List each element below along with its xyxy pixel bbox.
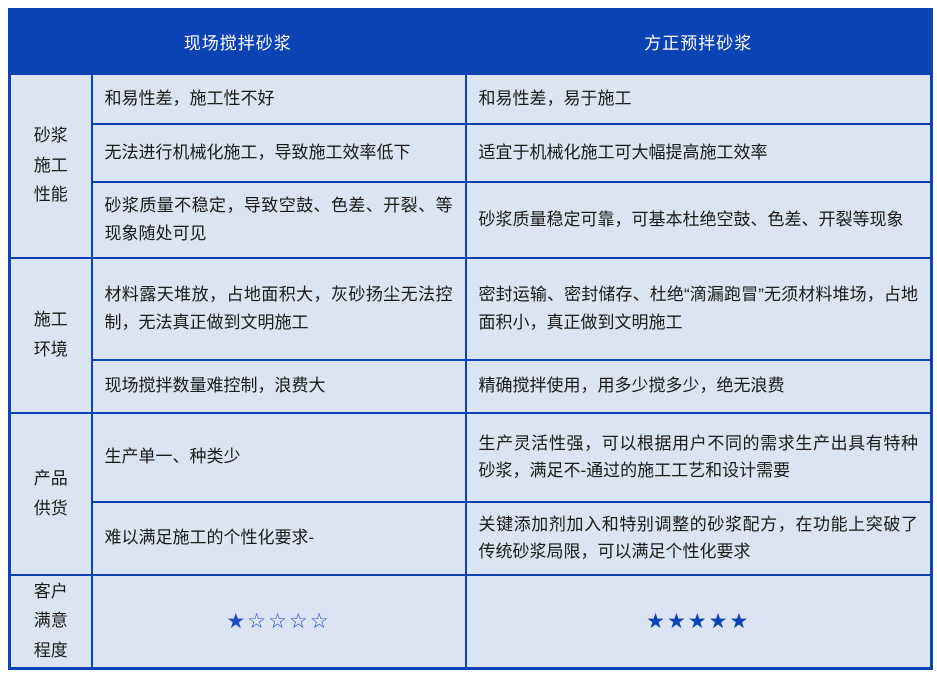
page: 现场搅拌砂浆 方正预拌砂浆 砂浆 施工 性能 和易性差，施工性不好 和易性差，易… (0, 0, 937, 680)
table-row: 现场搅拌数量难控制，浪费大 精确搅拌使用，用多少搅多少，绝无浪费 (10, 360, 932, 413)
table-row: 砂浆质量不稳定，导致空鼓、色差、开裂、等现象随处可见 砂浆质量稳定可靠，可基本杜… (10, 182, 932, 258)
table-row: 无法进行机械化施工，导致施工效率低下 适宜于机械化施工可大幅提高施工效率 (10, 124, 932, 182)
content-cell: 生产单一、种类少 (92, 413, 466, 502)
content-cell: 适宜于机械化施工可大幅提高施工效率 (466, 124, 932, 182)
table-row: 施工 环境 材料露天堆放，占地面积大，灰砂扬尘无法控制，无法真正做到文明施工 密… (10, 258, 932, 360)
table-row: 产品 供货 生产单一、种类少 生产灵活性强，可以根据用户不同的需求生产出具有特种… (10, 413, 932, 502)
header-cell-premixed-mortar: 方正预拌砂浆 (466, 10, 932, 74)
content-cell: 难以满足施工的个性化要求- (92, 502, 466, 575)
content-cell: 无法进行机械化施工，导致施工效率低下 (92, 124, 466, 182)
content-cell: 精确搅拌使用，用多少搅多少，绝无浪费 (466, 360, 932, 413)
table-row: 砂浆 施工 性能 和易性差，施工性不好 和易性差，易于施工 (10, 74, 932, 124)
category-cell-construction-environment: 施工 环境 (10, 258, 92, 413)
star-rating-left: ★☆☆☆☆ (92, 575, 466, 669)
category-cell-mortar-performance: 砂浆 施工 性能 (10, 74, 92, 258)
header-row: 现场搅拌砂浆 方正预拌砂浆 (10, 10, 932, 74)
content-cell: 生产灵活性强，可以根据用户不同的需求生产出具有特种砂浆，满足不-通过的施工工艺和… (466, 413, 932, 502)
content-cell: 砂浆质量不稳定，导致空鼓、色差、开裂、等现象随处可见 (92, 182, 466, 258)
star-rating-right: ★★★★★ (466, 575, 932, 669)
content-cell: 砂浆质量稳定可靠，可基本杜绝空鼓、色差、开裂等现象 (466, 182, 932, 258)
category-cell-customer-satisfaction: 客户 满意 程度 (10, 575, 92, 669)
content-cell: 关键添加剂加入和特别调整的砂浆配方，在功能上突破了传统砂浆局限，可以满足个性化要… (466, 502, 932, 575)
category-cell-product-supply: 产品 供货 (10, 413, 92, 575)
content-cell: 和易性差，施工性不好 (92, 74, 466, 124)
content-cell: 密封运输、密封储存、杜绝“滴漏跑冒”无须材料堆场，占地面积小，真正做到文明施工 (466, 258, 932, 360)
table-row: 难以满足施工的个性化要求- 关键添加剂加入和特别调整的砂浆配方，在功能上突破了传… (10, 502, 932, 575)
content-cell: 和易性差，易于施工 (466, 74, 932, 124)
content-cell: 材料露天堆放，占地面积大，灰砂扬尘无法控制，无法真正做到文明施工 (92, 258, 466, 360)
comparison-table: 现场搅拌砂浆 方正预拌砂浆 砂浆 施工 性能 和易性差，施工性不好 和易性差，易… (8, 8, 933, 670)
header-cell-site-mixed-mortar: 现场搅拌砂浆 (10, 10, 466, 74)
content-cell: 现场搅拌数量难控制，浪费大 (92, 360, 466, 413)
table-row: 客户 满意 程度 ★☆☆☆☆ ★★★★★ (10, 575, 932, 669)
